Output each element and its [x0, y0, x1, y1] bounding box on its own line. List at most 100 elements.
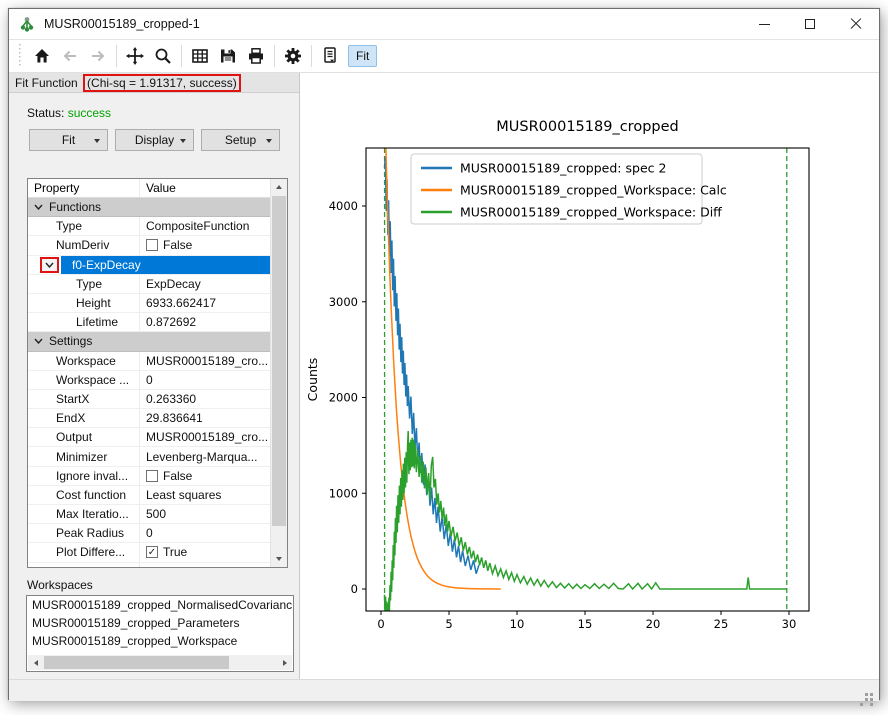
checkbox-unchecked[interactable] — [146, 470, 158, 482]
property-value[interactable]: 6933.662417 — [140, 296, 270, 310]
checkbox-checked[interactable]: ✓ — [146, 546, 158, 558]
close-button[interactable] — [833, 9, 879, 39]
triangle-right-icon — [283, 660, 287, 666]
scroll-down-button[interactable] — [271, 551, 287, 567]
property-value[interactable]: False — [140, 469, 270, 483]
scroll-up-button[interactable] — [271, 179, 287, 195]
group-row-functions[interactable]: Functions — [28, 198, 270, 217]
pan-button[interactable] — [121, 42, 149, 70]
property-row[interactable]: WorkspaceMUSR00015189_cro... — [28, 352, 270, 371]
x-tick-label: 25 — [714, 617, 729, 631]
property-value[interactable]: CompositeFunction — [140, 219, 270, 233]
plot-canvas[interactable]: 05101520253001000200030004000MUSR0001518… — [300, 73, 879, 679]
property-value[interactable]: 0.872692 — [140, 315, 270, 329]
x-tick-label: 20 — [646, 617, 661, 631]
toolbar-separator — [274, 45, 275, 67]
workspace-list-item[interactable]: MUSR00015189_cropped_NormalisedCovarianc — [27, 596, 293, 614]
expand-chevron-redbox[interactable] — [40, 257, 59, 273]
setup-menu-button[interactable]: Setup — [201, 129, 280, 151]
checkbox-unchecked[interactable] — [146, 239, 158, 251]
home-icon — [32, 46, 52, 66]
workspace-list-item[interactable]: MUSR00015189_cropped_Parameters — [27, 614, 293, 632]
property-row[interactable]: Cost functionLeast squares — [28, 486, 270, 505]
property-row[interactable]: NumDerivFalse — [28, 236, 270, 255]
plot-legend[interactable]: MUSR00015189_cropped: spec 2MUSR00015189… — [411, 154, 727, 224]
toolbar-grip[interactable] — [17, 44, 22, 68]
display-menu-label: Display — [135, 133, 174, 147]
scroll-right-button[interactable] — [277, 655, 292, 670]
property-row[interactable]: Exclude Ra... — [28, 563, 270, 567]
property-row[interactable]: Plot Differe...✓True — [28, 543, 270, 562]
property-value[interactable]: Least squares — [140, 488, 270, 502]
property-value[interactable]: MUSR00015189_cro... — [140, 354, 270, 368]
property-row[interactable]: Workspace ...0 — [28, 371, 270, 390]
home-button[interactable] — [28, 42, 56, 70]
property-row[interactable]: Lifetime0.872692 — [28, 313, 270, 332]
fit-toggle-button[interactable]: Fit — [348, 45, 377, 67]
value-column-header: Value — [140, 179, 287, 197]
forward-button[interactable] — [84, 42, 112, 70]
property-row[interactable]: EndX29.836641 — [28, 409, 270, 428]
checkbox-label: False — [163, 238, 192, 252]
property-row[interactable]: Ignore inval... False — [28, 467, 270, 486]
property-row[interactable]: Height6933.662417 — [28, 294, 270, 313]
toolbar-separator — [181, 45, 182, 67]
horizontal-scrollbar[interactable] — [28, 655, 292, 670]
resize-grip[interactable] — [870, 693, 873, 696]
scrollbar-thumb[interactable] — [44, 656, 229, 669]
print-button[interactable] — [242, 42, 270, 70]
fit-menu-button[interactable]: Fit — [29, 129, 108, 151]
property-value[interactable]: 0.263360 — [140, 392, 270, 406]
save-button[interactable] — [214, 42, 242, 70]
x-tick-label: 15 — [578, 617, 593, 631]
workspaces-list[interactable]: MUSR00015189_cropped_NormalisedCovarianc… — [26, 595, 294, 672]
property-value[interactable]: 500 — [140, 507, 270, 521]
back-button[interactable] — [56, 42, 84, 70]
figure-svg: 05101520253001000200030004000MUSR0001518… — [300, 73, 879, 679]
property-value[interactable]: 0 — [140, 373, 270, 387]
title-bar[interactable]: MUSR00015189_cropped-1 — [9, 9, 879, 39]
back-arrow-icon — [60, 46, 80, 66]
property-row[interactable]: Max Iteratio...500 — [28, 505, 270, 524]
mantid-app-icon — [18, 15, 36, 33]
property-name: Type — [28, 217, 140, 235]
maximize-icon — [805, 19, 815, 29]
property-column-header: Property — [28, 179, 140, 197]
property-value[interactable]: ✓True — [140, 545, 270, 559]
display-menu-button[interactable]: Display — [115, 129, 194, 151]
minimize-button[interactable] — [741, 9, 787, 39]
minimize-icon — [759, 24, 770, 25]
property-row[interactable]: Peak Radius0 — [28, 524, 270, 543]
property-row[interactable]: OutputMUSR00015189_cro... — [28, 428, 270, 447]
property-value[interactable]: 29.836641 — [140, 411, 270, 425]
property-value[interactable]: Levenberg-Marqua... — [140, 450, 270, 464]
forward-arrow-icon — [88, 46, 108, 66]
property-row[interactable]: StartX0.263360 — [28, 390, 270, 409]
property-value[interactable]: MUSR00015189_cro... — [140, 430, 270, 444]
scrollbar-thumb[interactable] — [272, 196, 286, 526]
property-value[interactable]: ExpDecay — [140, 277, 270, 291]
property-row[interactable]: TypeExpDecay — [28, 275, 270, 294]
property-value[interactable]: 0 — [140, 526, 270, 540]
property-name: Lifetime — [28, 313, 140, 331]
generate-script-button[interactable] — [316, 42, 344, 70]
property-value[interactable]: False — [140, 238, 270, 252]
checkbox-label: False — [163, 469, 192, 483]
grid-button[interactable] — [186, 42, 214, 70]
settings-button[interactable] — [279, 42, 307, 70]
scroll-left-button[interactable] — [28, 655, 43, 670]
property-row[interactable]: TypeCompositeFunction — [28, 217, 270, 236]
property-name: Ignore inval... — [28, 467, 140, 485]
property-row[interactable]: MinimizerLevenberg-Marqua... — [28, 447, 270, 466]
zoom-button[interactable] — [149, 42, 177, 70]
status-label: Status: — [27, 106, 64, 120]
function-row-selected[interactable]: f0-ExpDecay — [28, 256, 270, 275]
legend-entry-label: MUSR00015189_cropped_Workspace: Diff — [460, 205, 722, 220]
maximize-button[interactable] — [787, 9, 833, 39]
save-icon — [218, 46, 238, 66]
vertical-scrollbar[interactable] — [270, 179, 287, 567]
fit-property-panel: Fit Function (Chi-sq = 1.91317, success)… — [9, 73, 300, 679]
group-row-settings[interactable]: Settings — [28, 332, 270, 351]
workspace-list-item[interactable]: MUSR00015189_cropped_Workspace — [27, 632, 293, 650]
property-name: Height — [28, 294, 140, 312]
